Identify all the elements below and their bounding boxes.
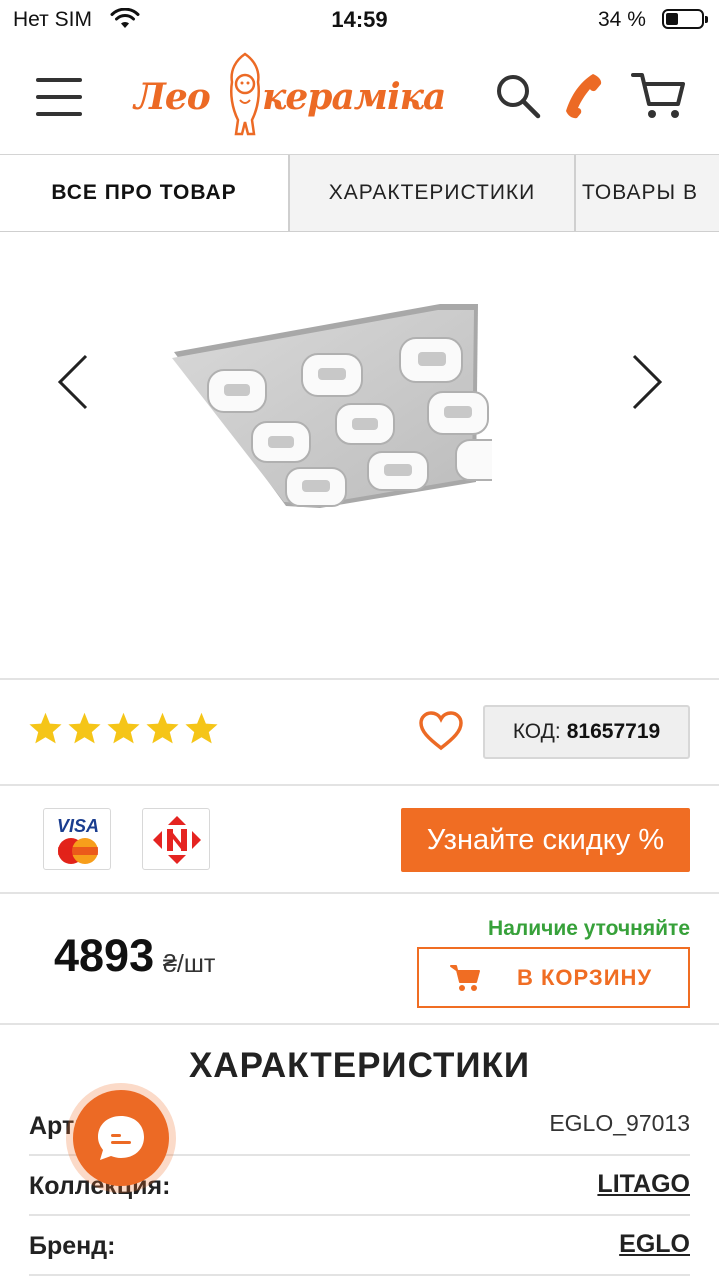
price-value: 4893 (54, 930, 155, 981)
collection-link[interactable]: LITAGO (597, 1170, 690, 1199)
cart-icon[interactable] (630, 70, 686, 122)
price-unit: ₴/шт (163, 950, 216, 978)
battery-level (666, 13, 678, 25)
svg-text:VISA: VISA (57, 816, 99, 836)
search-icon[interactable] (494, 72, 542, 120)
logo-text-right: кераміка (262, 76, 446, 118)
add-to-cart-label: В КОРЗИНУ (517, 965, 653, 990)
star-icon[interactable] (145, 711, 180, 745)
product-code: КОД: 81657719 (483, 705, 690, 759)
chat-icon (98, 1116, 144, 1160)
rating-stars[interactable] (28, 711, 219, 745)
visa-mastercard-icon: VISA (43, 808, 111, 870)
tab-related-products[interactable]: ТОВАРЫ В (574, 155, 719, 231)
star-icon[interactable] (28, 711, 63, 745)
product-code-value: 81657719 (566, 720, 661, 743)
nova-poshta-icon (142, 808, 210, 870)
chevron-right-icon[interactable] (628, 352, 668, 412)
product-code-label: КОД: (512, 720, 561, 743)
battery-percent: 34 % (598, 8, 646, 31)
chat-button[interactable] (66, 1083, 176, 1193)
product-tabs: ВСЕ ПРО ТОВАР ХАРАКТЕРИСТИКИ ТОВАРЫ В (0, 154, 719, 232)
availability-status: Наличие уточняйте (488, 917, 690, 940)
cart-icon (450, 965, 480, 991)
site-header: Лео кераміка (0, 40, 719, 154)
battery-icon (662, 9, 708, 29)
status-bar: Нет SIM 14:59 34 % (0, 0, 719, 40)
divider (0, 784, 719, 786)
star-icon[interactable] (106, 711, 141, 745)
add-to-cart-button[interactable]: В КОРЗИНУ (417, 947, 690, 1008)
logo-text-left: Лео (134, 76, 211, 118)
heart-icon[interactable] (418, 711, 464, 751)
menu-icon[interactable] (36, 78, 82, 116)
spec-row-brand: Бренд: EGLO (29, 1218, 690, 1276)
chevron-left-icon[interactable] (52, 352, 92, 412)
product-gallery (0, 232, 719, 678)
star-icon[interactable] (184, 711, 219, 745)
tab-characteristics[interactable]: ХАРАКТЕРИСТИКИ (288, 155, 574, 231)
discount-button[interactable]: Узнайте скидку % (401, 808, 690, 872)
divider (0, 1023, 719, 1025)
divider (0, 678, 719, 680)
product-image (172, 304, 492, 508)
characteristics-title: ХАРАКТЕРИСТИКИ (188, 1046, 531, 1085)
tab-all-about-product[interactable]: ВСЕ ПРО ТОВАР (0, 155, 288, 231)
phone-icon[interactable] (563, 70, 605, 120)
site-logo[interactable]: Лео кераміка (134, 46, 446, 138)
star-icon[interactable] (67, 711, 102, 745)
lion-logo-icon (230, 52, 260, 136)
spec-value: EGLO_97013 (549, 1110, 690, 1136)
divider (0, 892, 719, 894)
spec-key: Бренд: (29, 1232, 116, 1260)
brand-link[interactable]: EGLO (619, 1230, 690, 1259)
